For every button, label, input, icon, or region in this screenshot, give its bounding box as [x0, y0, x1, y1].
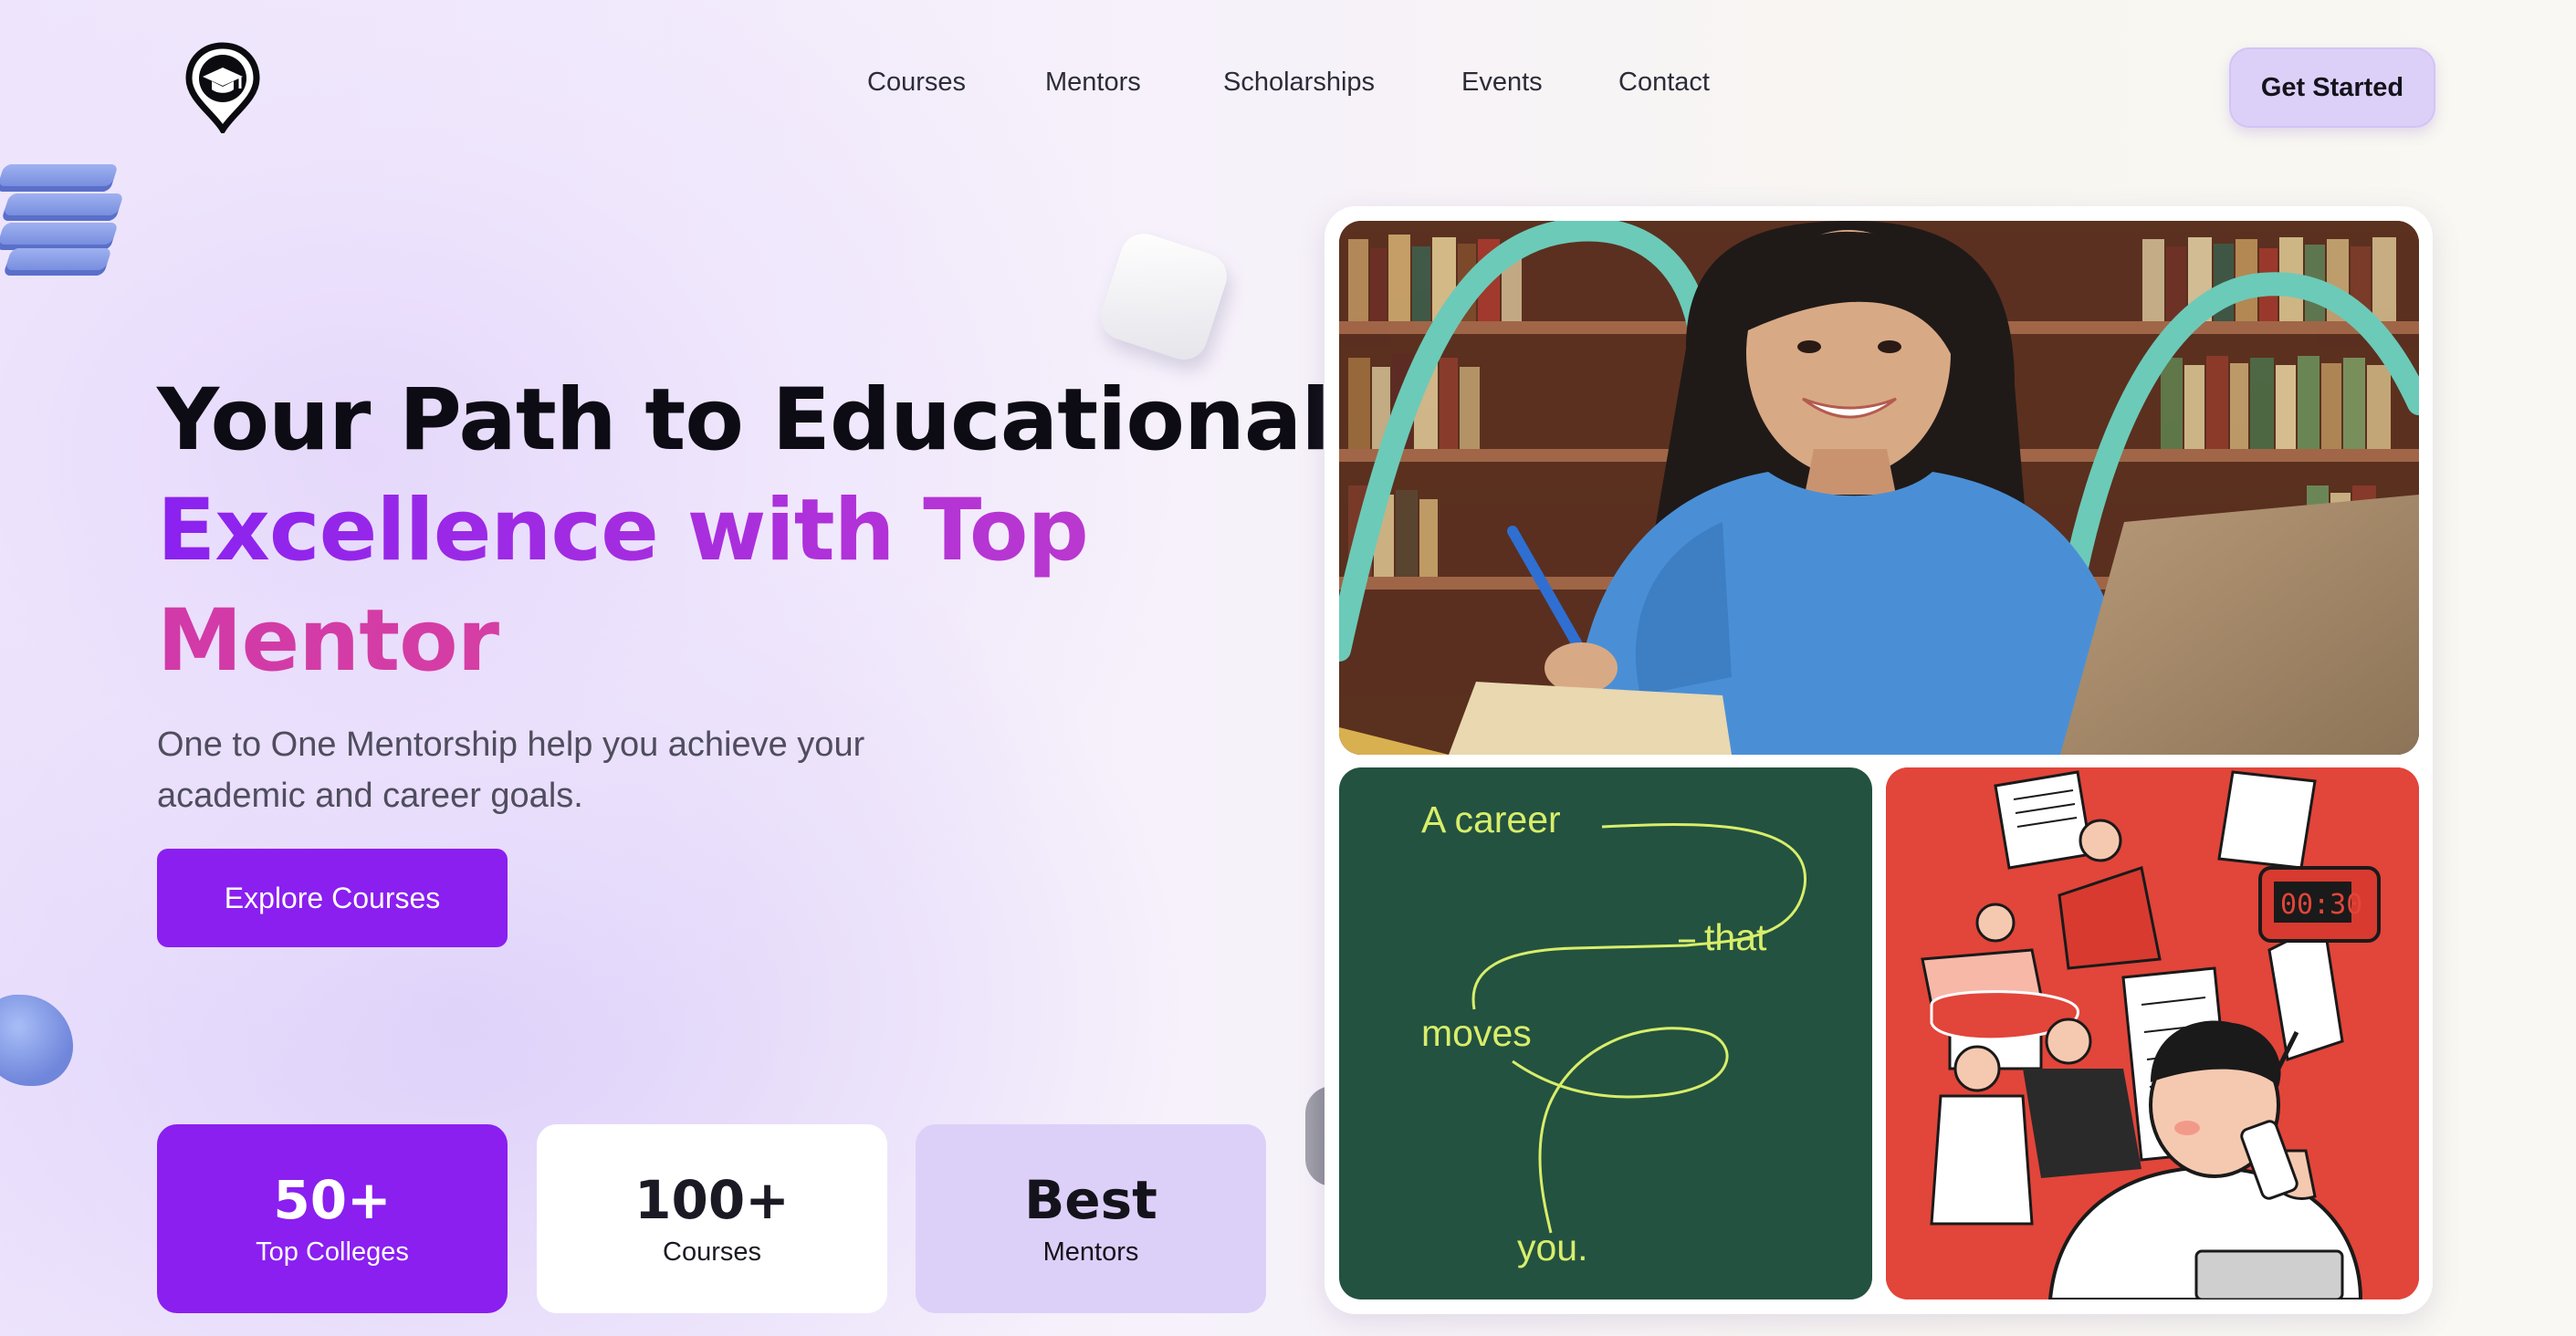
career-word-1: A career: [1421, 798, 1561, 840]
logo-icon[interactable]: [185, 42, 260, 136]
stat-label: Courses: [663, 1237, 761, 1267]
stat-value: 100+: [634, 1169, 790, 1231]
hero-subtitle: One to One Mentorship help you achieve y…: [157, 719, 997, 821]
get-started-button[interactable]: Get Started: [2229, 47, 2435, 128]
stat-card-colleges: 50+ Top Colleges: [157, 1124, 508, 1313]
hero-title-line2: Excellence with Top: [157, 475, 1344, 586]
career-word-2: that: [1704, 916, 1767, 958]
stat-label: Top Colleges: [256, 1237, 409, 1267]
student-photo: [1339, 221, 2419, 755]
nav-contact[interactable]: Contact: [1618, 68, 1710, 98]
stat-value: 50+: [273, 1169, 392, 1231]
stat-card-courses: 100+ Courses: [537, 1124, 887, 1313]
hero-title-line3: Mentor: [157, 586, 1344, 696]
study-illustration-tile: 00:30: [1886, 767, 2419, 1299]
stat-label: Mentors: [1042, 1237, 1139, 1267]
eraser-decoration: [1094, 224, 1237, 366]
nav-courses[interactable]: Courses: [867, 68, 966, 98]
career-word-4: you.: [1517, 1226, 1588, 1268]
nav-mentors[interactable]: Mentors: [1045, 68, 1141, 98]
star-decoration: [0, 981, 78, 1100]
hero-subtitle-line1: One to One Mentorship help you achieve y…: [157, 725, 865, 764]
stat-card-mentors: Best Mentors: [916, 1124, 1266, 1313]
explore-courses-button[interactable]: Explore Courses: [157, 849, 508, 947]
nav-scholarships[interactable]: Scholarships: [1223, 68, 1375, 98]
hero-image-panel: A career that moves you. 00:30: [1325, 206, 2433, 1314]
stat-value: Best: [1024, 1169, 1157, 1231]
hero-title-line1: Your Path to Educational: [157, 371, 1331, 470]
books-decoration: [0, 157, 124, 276]
hero-subtitle-line2: academic and career goals.: [157, 777, 583, 815]
hero-title: Your Path to Educational Excellence with…: [157, 365, 1344, 696]
svg-text:00:30: 00:30: [2280, 889, 2362, 921]
nav-events[interactable]: Events: [1461, 68, 1543, 98]
career-quote-tile: A career that moves you.: [1339, 767, 1872, 1299]
career-word-3: moves: [1421, 1012, 1532, 1054]
